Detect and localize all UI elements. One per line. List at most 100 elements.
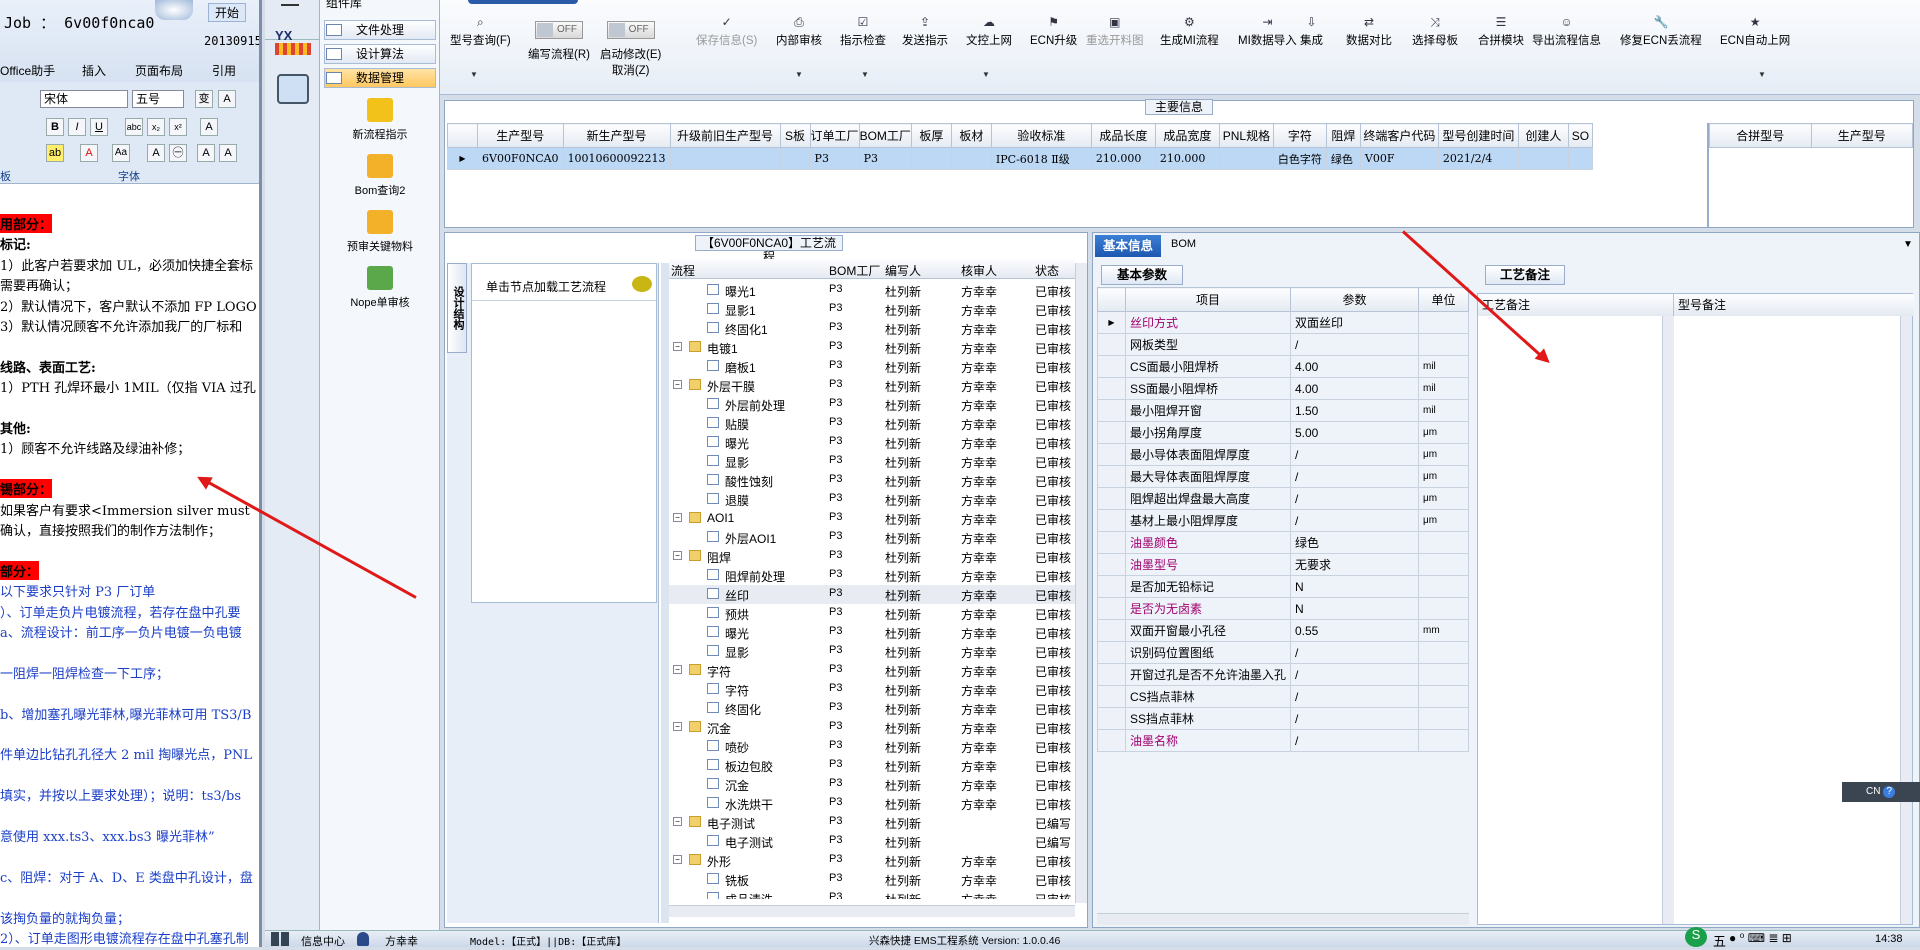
process-row[interactable]: − AOI1 P3 杜列新 方幸幸 已审核 xyxy=(669,509,1075,528)
tab-process-remark[interactable]: 工艺备注 xyxy=(1485,265,1565,285)
param-value[interactable]: 无要求 xyxy=(1290,553,1419,576)
grid-icon[interactable] xyxy=(271,932,291,946)
param-value[interactable]: / xyxy=(1290,685,1419,708)
toolbar-button-17[interactable]: 🔧 修复ECN丢流程 xyxy=(1620,16,1702,48)
param-row[interactable]: CS面最小阻焊桥 4.00 mil xyxy=(1097,355,1470,378)
table-cell[interactable]: IPC-6018 Ⅱ级 xyxy=(990,147,1092,170)
param-row[interactable]: 是否加无铅标记 N xyxy=(1097,575,1470,598)
column-header[interactable]: 板厚 xyxy=(910,123,952,148)
process-row[interactable]: 电子测试 P3 杜列新 已编写 xyxy=(669,832,1075,851)
process-row[interactable]: 磨板1 P3 杜列新 方幸幸 已审核 xyxy=(669,357,1075,376)
param-row[interactable]: 识别码位置图纸 / xyxy=(1097,641,1470,664)
param-row[interactable]: 油墨名称 / xyxy=(1097,729,1470,752)
start-tab[interactable]: 开始 xyxy=(208,3,247,22)
param-row[interactable]: 双面开窗最小孔径 0.55 mm xyxy=(1097,619,1470,642)
column-header[interactable]: 创建人 xyxy=(1517,123,1569,148)
superscript-icon[interactable]: x² xyxy=(169,118,187,136)
param-value[interactable]: / xyxy=(1290,333,1419,356)
clear-format-icon[interactable]: A xyxy=(200,118,218,136)
column-header[interactable]: 终端客户代码 xyxy=(1359,123,1439,148)
column-header[interactable]: S板 xyxy=(779,123,811,148)
param-value[interactable]: / xyxy=(1290,641,1419,664)
param-column-header[interactable]: 单位 xyxy=(1417,287,1470,312)
toolbar-button-8[interactable]: ⚑ ECN升级 xyxy=(1030,16,1077,48)
column-header[interactable]: 字符 xyxy=(1272,123,1327,148)
toolbar-button-4[interactable]: ⎙ 内部审核 xyxy=(776,16,822,48)
process-hscroll[interactable] xyxy=(669,905,1075,917)
toolbar-button-6[interactable]: ⇪ 发送指示 xyxy=(902,16,948,48)
calculator-icon[interactable] xyxy=(277,74,309,104)
param-value[interactable]: 双面丝印 xyxy=(1290,311,1419,334)
process-row[interactable]: − 电镀1 P3 杜列新 方幸幸 已审核 xyxy=(669,338,1075,357)
table-cell[interactable] xyxy=(950,147,992,170)
table-cell[interactable] xyxy=(1218,147,1274,170)
toolbar-button-7[interactable]: ☁ 文控上网 xyxy=(966,16,1012,48)
ribbon-tab-layout[interactable]: 页面布局 xyxy=(135,62,183,79)
process-row[interactable]: 酸性蚀刻 P3 杜列新 方幸幸 已审核 xyxy=(669,471,1075,490)
enclose-char-icon[interactable]: ㊀ xyxy=(169,144,187,162)
phonetic-icon[interactable]: A xyxy=(218,90,236,108)
param-value[interactable]: 1.50 xyxy=(1290,399,1419,422)
param-row[interactable]: 基材上最小阻焊厚度 / μm xyxy=(1097,509,1470,532)
toolbar-button-11[interactable]: ⇥ MI数据导入 xyxy=(1238,16,1297,48)
process-row[interactable]: 终固化 P3 杜列新 方幸幸 已审核 xyxy=(669,699,1075,718)
table-cell[interactable]: 6V00F0NCA0 xyxy=(477,147,564,170)
process-row[interactable]: 铣板 P3 杜列新 方幸幸 已审核 xyxy=(669,870,1075,889)
toolbar-button-0[interactable]: ⌕ 型号查询(F) xyxy=(450,16,511,48)
help-icon[interactable]: ? xyxy=(1883,786,1896,798)
bold-icon[interactable]: B xyxy=(46,118,64,136)
collapse-icon[interactable]: − xyxy=(673,665,682,674)
param-value[interactable]: / xyxy=(1290,663,1419,686)
table-cell[interactable]: 10010600092213 xyxy=(562,147,671,170)
tab-bom[interactable]: BOM xyxy=(1171,238,1196,250)
process-row[interactable]: 水洗烘干 P3 杜列新 方幸幸 已审核 xyxy=(669,794,1075,813)
process-column-header[interactable]: 核审人 xyxy=(961,262,997,279)
table-cell[interactable] xyxy=(669,147,781,170)
table-cell[interactable]: 210.000 xyxy=(1090,147,1156,170)
process-row[interactable]: − 电子测试 P3 杜列新 已编写 xyxy=(669,813,1075,832)
ribbon-tab-insert[interactable]: 插入 xyxy=(82,62,106,79)
process-column-header[interactable]: BOM工厂 xyxy=(829,262,880,279)
param-row[interactable]: 最大导体表面阻焊厚度 / μm xyxy=(1097,465,1470,488)
process-row[interactable]: 喷砂 P3 杜列新 方幸幸 已审核 xyxy=(669,737,1075,756)
param-row[interactable]: 油墨型号 无要求 xyxy=(1097,553,1470,576)
param-row[interactable]: 网板类型 / xyxy=(1097,333,1470,356)
table-row[interactable]: ▶ 6V00F0NCA0 10010600092213 P3 P3 IPC-6018 Ⅱ级… xyxy=(447,147,1593,170)
italic-icon[interactable]: I xyxy=(68,118,86,136)
param-value[interactable]: 4.00 xyxy=(1290,355,1419,378)
column-header[interactable]: 成品宽度 xyxy=(1154,123,1220,148)
toolbar-button-12[interactable]: ⇩ 集成 xyxy=(1300,16,1323,48)
process-row[interactable]: 显影 P3 杜列新 方幸幸 已审核 xyxy=(669,452,1075,471)
chevron-down-icon[interactable]: ▼ xyxy=(795,70,803,79)
chevron-down-icon[interactable]: ▼ xyxy=(1758,70,1766,79)
shrink-font-icon[interactable]: A xyxy=(219,144,237,162)
off-toggle[interactable]: OFF xyxy=(534,21,583,39)
process-row[interactable]: 阻焊前处理 P3 杜列新 方幸幸 已审核 xyxy=(669,566,1075,585)
tab-basic-params[interactable]: 基本参数 xyxy=(1101,265,1183,285)
toolbar-button-14[interactable]: ⤨ 选择母板 xyxy=(1412,16,1458,48)
yx-logo-icon[interactable]: YX xyxy=(275,28,311,64)
param-value[interactable]: 4.00 xyxy=(1290,377,1419,400)
strikethrough-icon[interactable]: abc xyxy=(125,118,143,136)
toolbar-button-15[interactable]: ☰ 合拼模块 xyxy=(1478,16,1524,48)
toolbar-button-9[interactable]: ▣ 重选开料图 xyxy=(1086,16,1144,48)
chevron-down-icon[interactable]: ▼ xyxy=(982,70,990,79)
column-header[interactable]: 验收标准 xyxy=(990,123,1092,148)
tab-basic-info[interactable]: 基本信息 xyxy=(1095,235,1162,257)
param-row[interactable]: SS面最小阻焊桥 4.00 mil xyxy=(1097,377,1470,400)
table-cell[interactable]: 白色字符 xyxy=(1272,147,1327,170)
ribbon-tab-references[interactable]: 引用 xyxy=(212,62,236,79)
process-row[interactable]: 曝光 P3 杜列新 方幸幸 已审核 xyxy=(669,623,1075,642)
table-cell[interactable] xyxy=(779,147,811,170)
param-row[interactable]: 阻焊超出焊盘最大高度 / μm xyxy=(1097,487,1470,510)
table-cell[interactable]: 绿色 xyxy=(1325,147,1361,170)
param-value[interactable]: N xyxy=(1290,575,1419,598)
document-body[interactable]: 用部分： 标记: 1）此客户若要求加 UL，必须加快捷全套标 需要再确认； 2）默认情… xyxy=(0,214,259,947)
toolbar-button-3[interactable]: ✓ 保存信息(S) xyxy=(696,16,757,48)
chevron-down-icon[interactable]: ▼ xyxy=(861,70,869,79)
ime-tools-icons[interactable]: ● ⁰ ⌨ ≣ ⊞ xyxy=(1729,931,1792,945)
nav-shortcut-1[interactable]: Bom查询2 xyxy=(320,154,440,198)
collapse-icon[interactable]: − xyxy=(673,380,682,389)
collapse-icon[interactable]: − xyxy=(673,817,682,826)
process-row[interactable]: − 字符 P3 杜列新 方幸幸 已审核 xyxy=(669,661,1075,680)
